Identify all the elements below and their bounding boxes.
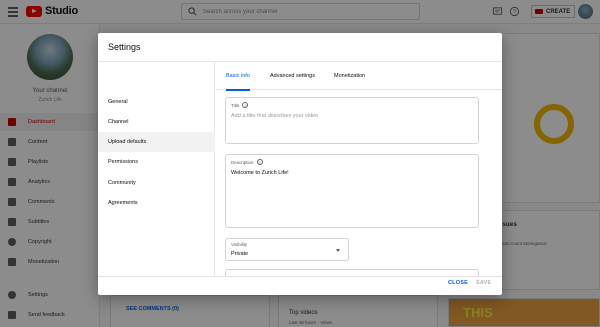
close-button[interactable]: CLOSE [448,280,468,286]
tab-bar: Basic info Advanced settings Monetizatio… [216,62,502,91]
settings-nav-general[interactable]: General [98,92,215,112]
tab-monetization[interactable]: Monetization [324,62,375,90]
next-field-partial [225,269,479,276]
title-field-label: Title ? [231,102,249,108]
help-circle-icon[interactable]: ? [242,102,249,108]
visibility-select[interactable]: Visibility Private [225,238,349,261]
tab-basic-info[interactable]: Basic info [216,62,260,91]
save-button[interactable]: SAVE [476,280,491,286]
description-field[interactable]: Description ? Welcome to Zurich Life! [225,154,479,228]
title-placeholder: Add a title that describes your video [231,113,319,119]
settings-nav-upload-defaults[interactable]: Upload defaults [98,132,215,152]
help-circle-icon[interactable]: ? [256,159,263,165]
basic-info-panel[interactable]: Title ? Add a title that describes your … [216,90,502,276]
visibility-label: Visibility [231,242,248,247]
title-label-text: Title [231,102,240,108]
description-field-label: Description ? [231,159,263,165]
settings-nav-permissions[interactable]: Permissions [98,152,215,172]
footer-divider [98,276,502,277]
settings-nav-community[interactable]: Community [98,173,215,193]
tab-advanced-settings[interactable]: Advanced settings [260,62,325,90]
settings-dialog: Settings General Channel Upload defaults… [98,33,502,295]
settings-nav-agreements[interactable]: Agreements [98,193,215,213]
dropdown-arrow-icon [336,249,340,252]
settings-nav-channel[interactable]: Channel [98,112,215,132]
title-field[interactable]: Title ? Add a title that describes your … [225,97,479,144]
visibility-value: Private [231,251,249,257]
settings-nav: General Channel Upload defaults Permissi… [98,62,215,276]
description-label-text: Description [231,159,254,165]
dialog-title: Settings [108,42,141,52]
description-value: Welcome to Zurich Life! [231,170,289,176]
